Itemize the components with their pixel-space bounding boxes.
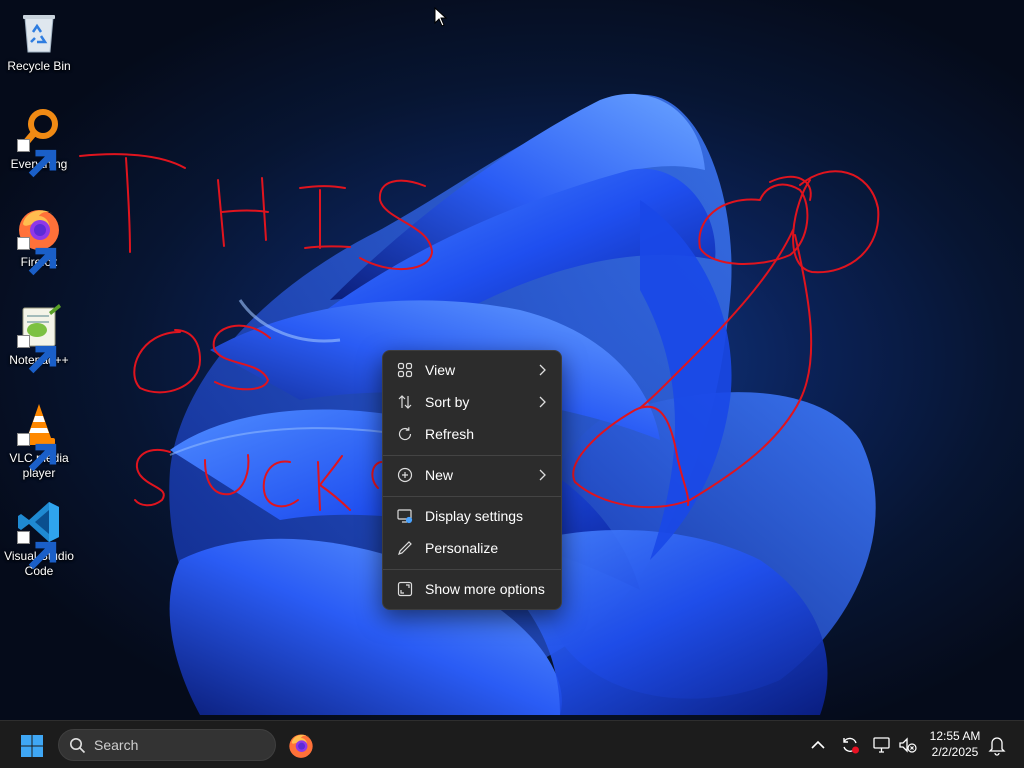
menu-item-sort-by[interactable]: Sort by [387, 387, 557, 417]
menu-item-label: Show more options [425, 581, 545, 597]
desktop-icon-recycle-bin[interactable]: Recycle Bin [0, 0, 78, 74]
desktop-icon-vlc[interactable]: VLC media player [0, 392, 78, 481]
sync-icon[interactable] [840, 734, 860, 756]
everything-search-icon [15, 106, 63, 178]
menu-item-label: New [425, 467, 454, 483]
refresh-icon [397, 426, 413, 442]
vscode-icon [15, 498, 63, 570]
desktop-icon-firefox[interactable]: Firefox [0, 196, 78, 276]
grid-view-icon [397, 362, 413, 378]
menu-item-new[interactable]: New [387, 460, 557, 490]
notepad-plus-plus-icon [15, 302, 63, 374]
shortcut-arrow-icon [17, 335, 57, 374]
chevron-up-icon[interactable] [808, 734, 828, 756]
clock-date: 2/2/2025 [931, 745, 979, 759]
network-icon[interactable] [872, 734, 892, 756]
taskbar: Search 12:55 AM 2/2/2025 [0, 720, 1024, 768]
menu-separator [383, 569, 561, 570]
taskbar-firefox-icon[interactable] [287, 731, 315, 759]
firefox-icon [15, 204, 63, 276]
shortcut-arrow-icon [17, 433, 57, 472]
expand-icon [397, 581, 413, 597]
menu-item-refresh[interactable]: Refresh [387, 419, 557, 449]
menu-item-personalize[interactable]: Personalize [387, 533, 557, 563]
desktop-icon-label: Recycle Bin [7, 59, 71, 73]
bell-icon[interactable] [987, 734, 1007, 756]
desktop-icon-vscode[interactable]: Visual Studio Code [0, 490, 78, 579]
menu-item-label: Sort by [425, 394, 470, 410]
search-icon [70, 738, 86, 754]
volume-muted-icon[interactable] [898, 734, 918, 756]
clock-time: 12:55 AM [929, 729, 981, 743]
menu-item-label: View [425, 362, 456, 378]
menu-item-label: Display settings [425, 508, 524, 524]
pen-icon [397, 540, 413, 556]
menu-separator [383, 496, 561, 497]
windows-start-icon[interactable] [20, 734, 44, 758]
sort-icon [397, 394, 413, 410]
desktop-icon-everything[interactable]: Everything [0, 98, 78, 178]
recycle-bin-icon [15, 8, 63, 56]
menu-item-view[interactable]: View [387, 355, 557, 385]
menu-item-label: Refresh [425, 426, 475, 442]
desktop-context-menu: View Sort by Refresh New Display setting… [382, 350, 562, 610]
menu-item-label: Personalize [425, 540, 499, 556]
shortcut-arrow-icon [17, 237, 57, 276]
chevron-right-icon [539, 364, 546, 376]
system-clock[interactable]: 12:55 AM 2/2/2025 [924, 728, 986, 760]
vlc-icon [15, 400, 63, 472]
chevron-right-icon [539, 469, 546, 481]
shortcut-arrow-icon [17, 139, 57, 178]
menu-item-display-settings[interactable]: Display settings [387, 501, 557, 531]
display-icon [397, 508, 413, 524]
desktop-icon-notepad-plus-plus[interactable]: Notepad++ [0, 294, 78, 374]
shortcut-arrow-icon [17, 531, 57, 570]
menu-separator [383, 455, 561, 456]
desktop[interactable]: Recycle Bin Everything Firefox Notepad++… [0, 0, 1024, 720]
plus-circle-icon [397, 467, 413, 483]
menu-item-show-more-options[interactable]: Show more options [387, 574, 557, 604]
chevron-right-icon [539, 396, 546, 408]
search-placeholder: Search [94, 737, 139, 753]
mouse-cursor-icon [434, 7, 448, 27]
taskbar-search-box[interactable]: Search [58, 729, 276, 761]
